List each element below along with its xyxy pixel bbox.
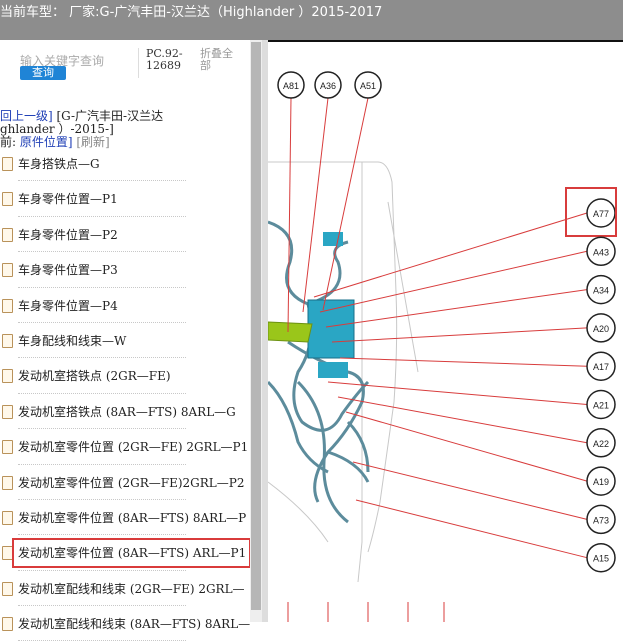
collapse-all-button[interactable]: 折叠全 部 bbox=[200, 48, 233, 72]
leader-line bbox=[339, 357, 588, 367]
callout-label: A22 bbox=[593, 439, 609, 449]
scrollbar-thumb[interactable] bbox=[251, 42, 261, 610]
document-icon bbox=[2, 263, 13, 278]
list-item-label: 车身搭铁点—G bbox=[18, 157, 100, 171]
document-icon bbox=[2, 333, 13, 348]
document-icon bbox=[2, 510, 13, 525]
list-item[interactable]: 发动机室零件位置 (2GR—FE)2GRL—P2 bbox=[2, 465, 244, 500]
vehicle-info: 当前车型： 厂家:G-广汽丰田-汉兰达（Highlander ）2015-201… bbox=[0, 5, 383, 20]
list-item-label: 发动机室搭铁点 (8AR—FTS) 8ARL—G bbox=[18, 404, 236, 419]
list-item-label: 发动机室搭铁点 (2GR—FE) bbox=[18, 369, 171, 384]
connector-part bbox=[323, 232, 343, 246]
scrollbar[interactable] bbox=[250, 40, 262, 622]
callout-label: A17 bbox=[593, 362, 609, 372]
callout-label: A81 bbox=[283, 81, 299, 91]
list-item[interactable]: 车身零件位置—P4 bbox=[2, 288, 186, 323]
collapse-line2: 部 bbox=[200, 59, 211, 72]
relay-block bbox=[307, 299, 355, 359]
list-item[interactable]: 发动机室搭铁点 (8AR—FTS) 8ARL—G bbox=[2, 394, 236, 430]
document-icon bbox=[2, 298, 13, 313]
document-list: 车身搭铁点—G 车身零件位置—P1 车身零件位置—P2 车身零件位置—P3 车身零件位置… bbox=[0, 146, 251, 641]
callout-label: A20 bbox=[593, 324, 609, 334]
callout-label: A51 bbox=[360, 81, 376, 91]
leader-line bbox=[302, 97, 329, 313]
list-item-label: 发动机室配线和线束 (2GR—FE) 2GRL— bbox=[18, 581, 245, 596]
pc-code-line2: 12689 bbox=[146, 59, 181, 72]
list-item[interactable]: 发动机室零件位置 (2GR—FE) 2GRL—P1 bbox=[2, 429, 248, 465]
callout-label: A77 bbox=[593, 209, 609, 219]
highlight-box bbox=[12, 538, 251, 569]
list-item[interactable]: 发动机室配线和线束 (8AR—FTS) 8ARL— bbox=[2, 606, 250, 641]
list-item-label: 车身零件位置—P3 bbox=[18, 263, 118, 278]
back-link[interactable]: 回上一级] bbox=[0, 109, 53, 123]
document-icon bbox=[2, 404, 13, 419]
list-item[interactable]: 发动机室零件位置 (8AR—FTS) 8ARL—P bbox=[2, 500, 246, 536]
document-icon bbox=[2, 581, 13, 596]
list-item-label: 发动机室配线和线束 (8AR—FTS) 8ARL— bbox=[18, 617, 251, 632]
callout-label: A43 bbox=[593, 247, 609, 257]
callout-label: A73 bbox=[593, 515, 609, 525]
list-item[interactable]: 车身零件位置—P2 bbox=[2, 217, 186, 253]
list-item-label: 发动机室零件位置 (2GR—FE)2GRL—P2 bbox=[18, 475, 245, 490]
callout-label: A15 bbox=[593, 554, 609, 564]
leader-line bbox=[313, 212, 588, 298]
callout-label: A21 bbox=[593, 401, 609, 411]
list-item[interactable]: 发动机室零件位置 (8AR—FTS) ARL—P1 bbox=[2, 535, 251, 571]
list-item[interactable]: 车身配线和线束—W bbox=[2, 323, 186, 359]
list-item[interactable]: 发动机室搭铁点 (2GR—FE) bbox=[2, 358, 186, 394]
list-item[interactable]: 车身零件位置—P3 bbox=[2, 252, 186, 288]
leader-line bbox=[345, 411, 588, 482]
leader-line bbox=[322, 97, 369, 311]
list-item-label: 发动机室零件位置 (8AR—FTS) 8ARL—P bbox=[18, 510, 247, 525]
connector-part bbox=[318, 362, 348, 378]
breadcrumb: 回上一级] [G-广汽丰田-汉兰达 ghlander ）-2015-] 前: 原… bbox=[0, 110, 163, 149]
callout-label: A19 bbox=[593, 477, 609, 487]
leader-line bbox=[355, 499, 588, 559]
list-item-label: 车身配线和线束—W bbox=[18, 333, 127, 348]
document-icon bbox=[2, 192, 13, 207]
leader-line bbox=[319, 250, 588, 313]
leader-line bbox=[325, 289, 588, 328]
list-item-label: 发动机室零件位置 (2GR—FE) 2GRL—P1 bbox=[18, 440, 249, 455]
callout-label: A34 bbox=[593, 286, 609, 296]
wiring-diagram: A81 A36 A51 A77 A43 A34 A20 A17 A21 A22 A19 A73 A15 bbox=[268, 40, 623, 622]
wire-harness bbox=[268, 380, 329, 474]
top-bar: 当前车型： 厂家:G-广汽丰田-汉兰达（Highlander ）2015-201… bbox=[0, 0, 623, 40]
list-item[interactable]: 车身搭铁点—G bbox=[2, 146, 186, 182]
list-item-label: 车身零件位置—P2 bbox=[18, 227, 118, 242]
callout-label: A36 bbox=[320, 81, 336, 91]
document-icon bbox=[2, 440, 13, 455]
list-item[interactable]: 发动机室配线和线束 (2GR—FE) 2GRL— bbox=[2, 571, 245, 607]
diagram-canvas: A81 A36 A51 A77 A43 A34 A20 A17 A21 A22 A19 A73 A15 bbox=[268, 71, 617, 622]
leader-line bbox=[331, 327, 588, 343]
document-icon bbox=[2, 617, 13, 632]
document-icon bbox=[2, 369, 13, 384]
leader-line bbox=[327, 381, 588, 405]
separator bbox=[138, 48, 139, 78]
list-item-label: 车身零件位置—P4 bbox=[18, 298, 118, 313]
breadcrumb-path: [G-广汽丰田-汉兰达 bbox=[52, 109, 164, 123]
document-icon bbox=[2, 157, 13, 171]
leader-line bbox=[287, 97, 292, 333]
battery-part bbox=[268, 321, 313, 343]
query-button[interactable]: 查询 bbox=[20, 66, 66, 80]
document-icon bbox=[2, 475, 13, 490]
list-item-label: 车身零件位置—P1 bbox=[18, 192, 118, 207]
list-item[interactable]: 车身零件位置—P1 bbox=[2, 181, 186, 217]
pc-code: PC.92- 12689 bbox=[146, 48, 183, 72]
document-icon bbox=[2, 227, 13, 242]
